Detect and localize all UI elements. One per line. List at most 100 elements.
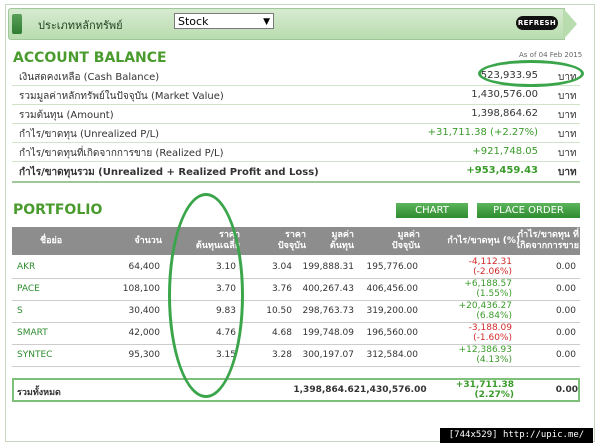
header-realized: กำไร/ขาดทุน ที่ เกิดจากการขาย: [517, 230, 579, 252]
header-market-value-line2: ปัจจุบัน: [391, 241, 420, 251]
cost-value-cell: 199,888.31: [302, 262, 354, 272]
table-row[interactable]: PACE 108,100 3.70 3.76 400,267.43 406,456.00 +…: [12, 278, 580, 301]
market-value-cell: 195,776.00: [366, 262, 418, 272]
portfolio-total-row: รวมทั้งหมด 1,398,864.62 1,430,576.00 +31…: [12, 378, 580, 402]
balance-unit: บาท: [558, 129, 577, 140]
volume-cell: 42,000: [128, 328, 161, 338]
volume-cell: 64,400: [128, 262, 161, 272]
balance-label: รวมมูลค่าหลักทรัพย์ในปัจจุบัน (Market Va…: [19, 91, 224, 102]
cost-value-cell: 298,763.73: [302, 306, 354, 316]
balance-unit: บาท: [558, 167, 577, 178]
pl-pct-cell: (1.55%): [476, 289, 512, 299]
header-realized-line2: เกิดจากการขาย: [517, 241, 579, 251]
balance-unit: บาท: [558, 110, 577, 121]
total-pl-pct: (2.27%): [474, 390, 514, 400]
table-row[interactable]: AKR 64,400 3.10 3.04 199,888.31 195,776.00 -4,…: [12, 256, 580, 279]
portfolio-table-header: ชื่อย่อ จำนวน ราคา ต้นทุนเฉลี่ย ราคา ปัจ…: [12, 227, 580, 255]
realized-cell: 0.00: [555, 284, 576, 294]
symbol-cell[interactable]: PACE: [17, 284, 40, 294]
header-price-line1: ราคา: [285, 230, 306, 240]
pl-cell: +20,436.27: [458, 301, 512, 311]
symbol-cell[interactable]: S: [17, 306, 23, 316]
total-pl: +31,711.38: [455, 380, 514, 390]
balance-row-realized: กำไร/ขาดทุนที่เกิดจากการขาย (Realized P/…: [12, 143, 580, 162]
header-realized-line1: กำไร/ขาดทุน ที่: [517, 230, 579, 240]
volume-cell: 108,100: [122, 284, 160, 294]
balance-unit: บาท: [558, 148, 577, 159]
price-cell: 3.76: [271, 284, 292, 294]
pl-cell: +12,386.93: [458, 345, 512, 355]
price-cell: 3.28: [271, 350, 292, 360]
header-cost-value-line1: มูลค่า: [331, 230, 354, 240]
cost-value-cell: 199,748.09: [302, 328, 354, 338]
volume-cell: 30,400: [128, 306, 161, 316]
bar-arrow-icon: [563, 8, 577, 40]
chart-button[interactable]: CHART: [396, 203, 468, 218]
balance-row-total-pl: กำไร/ขาดทุนรวม (Unrealized + Realized Pr…: [12, 162, 580, 183]
annotation-circle-cash: [478, 60, 584, 87]
place-order-button[interactable]: PLACE ORDER: [477, 203, 580, 218]
total-label: รวมทั้งหมด: [17, 388, 61, 398]
bar-marker-icon: [12, 14, 22, 34]
header-market-value: มูลค่า ปัจจุบัน: [374, 230, 420, 252]
pl-pct-cell: (4.13%): [476, 355, 512, 365]
pl-cell: -3,188.09: [468, 323, 512, 333]
total-realized: 0.00: [555, 385, 578, 395]
balance-row-unrealized: กำไร/ขาดทุน (Unrealized P/L) +31,711.38 …: [12, 124, 580, 143]
market-value-cell: 196,560.00: [366, 328, 418, 338]
pl-pct-cell: (-2.06%): [473, 267, 512, 277]
pl-cell: -4,112.31: [468, 257, 512, 267]
annotation-oval-avg-cost: [168, 193, 244, 398]
balance-label: เงินสดคงเหลือ (Cash Balance): [19, 72, 160, 83]
symbol-cell[interactable]: SYNTEC: [17, 350, 52, 360]
market-value-cell: 406,456.00: [366, 284, 418, 294]
pl-pct-cell: (6.84%): [476, 311, 512, 321]
pl-cell: +6,188.57: [464, 279, 512, 289]
realized-cell: 0.00: [555, 306, 576, 316]
header-unrealized: กำไร/ขาดทุน (%): [447, 236, 520, 246]
as-of-date: As of 04 Feb 2015: [519, 51, 583, 59]
refresh-button[interactable]: REFRESH: [516, 16, 558, 30]
cost-value-cell: 400,267.43: [302, 284, 354, 294]
security-type-select[interactable]: Stock ▼: [174, 13, 274, 29]
balance-label: กำไร/ขาดทุนที่เกิดจากการขาย (Realized P/…: [19, 148, 224, 159]
balance-value: 1,398,864.62: [471, 108, 538, 119]
symbol-cell[interactable]: SMART: [17, 328, 48, 338]
price-cell: 4.68: [271, 328, 292, 338]
realized-cell: 0.00: [555, 262, 576, 272]
table-row[interactable]: SMART 42,000 4.76 4.68 199,748.09 196,560.00-…: [12, 322, 580, 345]
volume-cell: 95,300: [128, 350, 161, 360]
table-row[interactable]: SYNTEC 95,300 3.15 3.28 300,197.07 312,584.00…: [12, 344, 580, 367]
market-value-cell: 319,200.00: [366, 306, 418, 316]
balance-label: กำไร/ขาดทุน (Unrealized P/L): [19, 129, 160, 140]
price-cell: 3.04: [271, 262, 292, 272]
security-type-label: ประเภทหลักทรัพย์: [38, 19, 123, 32]
balance-row-market-value: รวมมูลค่าหลักทรัพย์ในปัจจุบัน (Market Va…: [12, 86, 580, 105]
symbol-cell[interactable]: AKR: [17, 262, 35, 272]
balance-label: กำไร/ขาดทุนรวม (Unrealized + Realized Pr…: [19, 167, 319, 178]
portfolio-title: PORTFOLIO: [13, 202, 103, 218]
header-volume: จำนวน: [134, 236, 162, 246]
balance-row-amount: รวมต้นทุน (Amount) 1,398,864.62 บาท: [12, 105, 580, 124]
realized-cell: 0.00: [555, 350, 576, 360]
security-type-value: Stock: [178, 15, 209, 28]
watermark: [744x529] http://upic.me/: [440, 428, 593, 443]
header-market-value-line1: มูลค่า: [397, 230, 420, 240]
header-symbol: ชื่อย่อ: [40, 236, 63, 246]
header-price: ราคา ปัจจุบัน: [256, 230, 306, 252]
balance-label: รวมต้นทุน (Amount): [19, 110, 114, 121]
realized-cell: 0.00: [555, 328, 576, 338]
balance-value: +953,459.43: [466, 165, 538, 176]
total-market-value: 1,430,576.00: [360, 385, 427, 395]
table-row[interactable]: S 30,400 9.83 10.50 298,763.73 319,200.00 +20,…: [12, 300, 580, 323]
header-cost-value: มูลค่า ต้นทุน: [312, 230, 354, 252]
account-balance-title: ACCOUNT BALANCE: [13, 50, 167, 66]
cost-value-cell: 300,197.07: [302, 350, 354, 360]
total-cost-value: 1,398,864.62: [293, 385, 360, 395]
chevron-down-icon: ▼: [263, 17, 270, 27]
balance-value: 1,430,576.00: [471, 89, 538, 100]
header-price-line2: ปัจจุบัน: [277, 241, 306, 251]
balance-unit: บาท: [558, 91, 577, 102]
balance-value: +921,748.05: [472, 146, 538, 157]
balance-value: +31,711.38 (+2.27%): [427, 127, 538, 138]
